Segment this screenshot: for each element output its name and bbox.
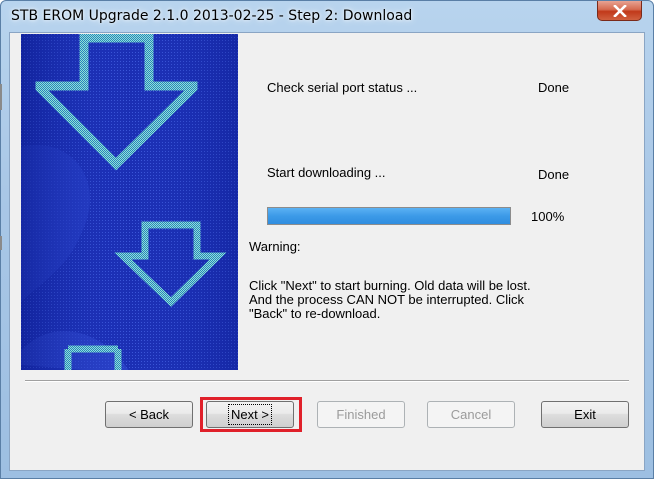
title-bar[interactable]: STB EROM Upgrade 2.1.0 2013-02-25 - Step… bbox=[1, 1, 653, 31]
download-progress-bar bbox=[267, 207, 511, 225]
cancel-button-label: Cancel bbox=[450, 407, 492, 422]
exit-button[interactable]: Exit bbox=[541, 401, 629, 428]
finished-button-label: Finished bbox=[336, 407, 386, 422]
next-button-highlight bbox=[200, 397, 302, 432]
serial-port-status-label: Check serial port status ... bbox=[267, 80, 418, 95]
download-progress-fill bbox=[268, 208, 510, 224]
warning-heading: Warning: bbox=[249, 239, 301, 254]
back-button-label: < Back bbox=[128, 407, 170, 422]
download-arrows-icon bbox=[21, 34, 238, 370]
warning-line: "Back" to re-download. bbox=[249, 306, 381, 321]
installer-window: STB EROM Upgrade 2.1.0 2013-02-25 - Step… bbox=[0, 0, 654, 479]
warning-message: Click "Next" to start burning. Old data … bbox=[249, 279, 579, 321]
button-separator bbox=[25, 380, 629, 382]
finished-button[interactable]: Finished bbox=[317, 401, 405, 428]
close-icon bbox=[612, 4, 627, 17]
close-button[interactable] bbox=[597, 1, 642, 21]
download-progress-percent: 100% bbox=[531, 209, 565, 224]
serial-port-status-value: Done bbox=[538, 80, 570, 95]
downloading-status-value: Done bbox=[538, 167, 570, 182]
downloading-status-label: Start downloading ... bbox=[267, 165, 386, 180]
exit-button-label: Exit bbox=[574, 407, 596, 422]
window-title: STB EROM Upgrade 2.1.0 2013-02-25 - Step… bbox=[11, 8, 413, 24]
warning-line: Click "Next" to start burning. Old data … bbox=[249, 278, 531, 293]
back-button[interactable]: < Back bbox=[105, 401, 193, 428]
background-edge-mark bbox=[0, 84, 2, 110]
cancel-button[interactable]: Cancel bbox=[427, 401, 515, 428]
warning-line: And the process CAN NOT be interrupted. … bbox=[249, 292, 525, 307]
background-edge-mark bbox=[0, 236, 2, 250]
